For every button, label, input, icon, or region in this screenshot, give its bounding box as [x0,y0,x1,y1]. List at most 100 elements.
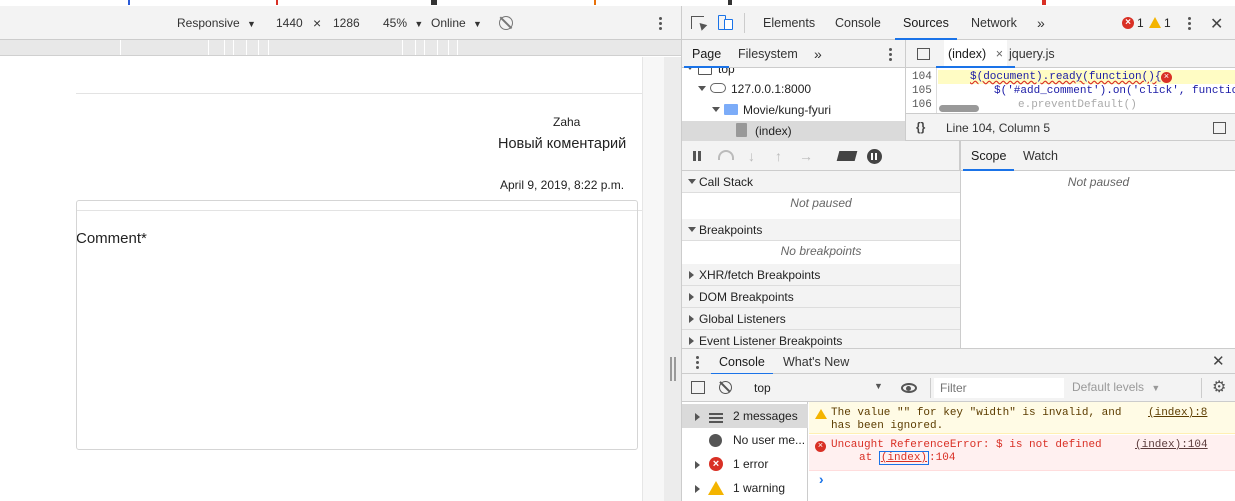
global-listeners-header[interactable]: Global Listeners [682,308,960,330]
step-over-icon[interactable] [718,150,734,160]
warning-icon[interactable] [1149,17,1161,28]
expand-arrow-icon[interactable] [712,107,720,112]
resize-handle[interactable] [664,57,681,501]
network-dropdown[interactable]: Online ▼ [431,6,482,40]
tree-file[interactable]: (index) [755,124,792,138]
tree-file-row[interactable] [682,121,905,141]
tab-strip-mark [128,0,130,5]
context-select[interactable]: top ▼ [745,378,888,398]
navigator-menu-icon[interactable] [889,53,892,56]
file-tree: top 127.0.0.1:8000 Movie/kung-fyuri (ind… [682,68,906,141]
pause-on-exceptions-icon[interactable] [867,149,882,164]
file-icon [736,123,747,137]
deactivate-breakpoints-icon[interactable] [836,151,858,161]
tab-network[interactable]: Network [971,6,1017,40]
sidebar-item-errors[interactable]: × 1 error [682,452,808,476]
editor-tabs: (index) × jquery.js [906,40,1235,68]
sidebar-item-messages[interactable]: 2 messages [682,404,808,428]
code-editor[interactable]: 104 $(document).ready(function(){ × 105 … [906,68,1235,113]
zoom-dropdown[interactable]: 45% ▼ [383,6,423,40]
expand-arrow-icon[interactable] [686,68,694,70]
error-source-link[interactable]: (index):104 [1135,439,1208,451]
dom-breakpoints-header[interactable]: DOM Breakpoints [682,286,960,308]
log-levels-dropdown[interactable]: Default levels ▼ [1072,380,1160,394]
sidebar-label: 1 error [733,457,769,471]
tree-top[interactable]: top [718,68,735,76]
tab-strip-mark [728,0,732,5]
tab-elements[interactable]: Elements [763,6,815,40]
rotate-icon[interactable] [499,16,513,30]
more-options-icon[interactable] [659,22,662,25]
error-icon: × [709,457,723,471]
section-title: Call Stack [699,175,754,189]
step-into-icon[interactable]: ↓ [748,148,755,164]
inline-error-icon[interactable]: × [1161,72,1172,83]
xhr-breakpoints-header[interactable]: XHR/fetch Breakpoints [682,264,960,286]
collapse-arrow-icon [688,179,696,184]
comment-date: April 9, 2019, 8:22 p.m. [500,178,625,192]
drawer-tab-whats-new[interactable]: What's New [783,349,849,375]
tree-host[interactable]: 127.0.0.1:8000 [731,82,811,96]
settings-gear-icon[interactable]: ⚙ [1212,377,1226,397]
warning-message[interactable]: The value "" for key "width" is invalid,… [809,402,1235,434]
comment-textarea[interactable] [76,200,638,450]
step-out-icon[interactable]: ↑ [775,148,782,164]
error-icon[interactable]: × [1122,17,1134,29]
error-count[interactable]: 1 [1137,16,1144,30]
drawer-menu-icon[interactable] [696,361,699,364]
ruler-segment [258,40,259,55]
toggle-debugger-icon[interactable] [1213,122,1226,134]
width-input[interactable]: 1440 [276,6,303,40]
clear-slash [719,381,731,393]
editor-tab-jquery[interactable]: jquery.js [1009,40,1055,68]
drawer-tabs: Console What's New ✕ [682,348,1235,375]
page-scrollbar[interactable] [642,57,664,501]
format-icon[interactable]: {} [916,120,925,134]
toolbar-separator [1201,378,1202,398]
ruler-segment [120,40,121,55]
section-title: DOM Breakpoints [699,290,794,304]
clear-console-icon[interactable] [719,381,732,394]
responsive-dropdown[interactable]: Responsive ▼ [177,6,256,40]
horizontal-scrollbar[interactable] [939,105,979,112]
ruler-segment [268,40,269,55]
eye-icon[interactable] [901,383,917,393]
tree-folder[interactable]: Movie/kung-fyuri [743,103,831,117]
sidebar-item-warnings[interactable]: 1 warning [682,476,808,500]
breakpoints-header[interactable]: Breakpoints [682,219,960,241]
close-drawer-icon[interactable]: ✕ [1212,352,1225,370]
more-tabs-button[interactable]: » [1037,6,1045,40]
call-stack-header[interactable]: Call Stack [682,171,960,193]
warning-source-link[interactable]: (index):8 [1148,407,1207,419]
tab-console[interactable]: Console [835,6,881,40]
step-icon[interactable]: → [799,148,813,164]
warning-text-line: has been ignored. [831,420,944,432]
expand-arrow-icon[interactable] [698,86,706,91]
height-input[interactable]: 1286 [333,6,360,40]
stack-link[interactable]: (index) [878,451,930,465]
error-message[interactable]: × Uncaught ReferenceError: $ is not defi… [809,435,1235,471]
devtools-menu-icon[interactable] [1188,22,1191,25]
pause-icon[interactable] [693,151,696,161]
filter-input[interactable] [934,378,1064,398]
tab-scope[interactable]: Scope [962,141,1016,171]
close-devtools-icon[interactable]: ✕ [1210,14,1223,34]
nav-tab-filesystem[interactable]: Filesystem [738,40,798,68]
console-sidebar-toggle-icon[interactable] [691,381,705,394]
sidebar-item-user-messages[interactable]: No user me... [682,428,808,452]
close-tab-icon[interactable]: × [996,47,1003,61]
error-icon: × [815,441,826,452]
console-sidebar: 2 messages No user me... × 1 error 1 war… [682,402,808,501]
dropdown-arrow-icon: ▼ [1151,383,1161,393]
ruler-segment [424,40,425,55]
warning-count[interactable]: 1 [1164,16,1171,30]
tab-watch[interactable]: Watch [1023,141,1058,171]
console-prompt-icon[interactable]: › [817,473,825,489]
nav-more-button[interactable]: » [814,40,822,68]
toggle-navigator-icon[interactable] [917,48,930,60]
tab-sources[interactable]: Sources [895,6,957,40]
devtools-panel: Elements Console Sources Network » × 1 1… [681,6,1235,501]
nav-tab-page[interactable]: Page [683,40,730,68]
editor-tab-index[interactable]: (index) × [935,40,1016,68]
drawer-tab-console[interactable]: Console [711,349,773,375]
